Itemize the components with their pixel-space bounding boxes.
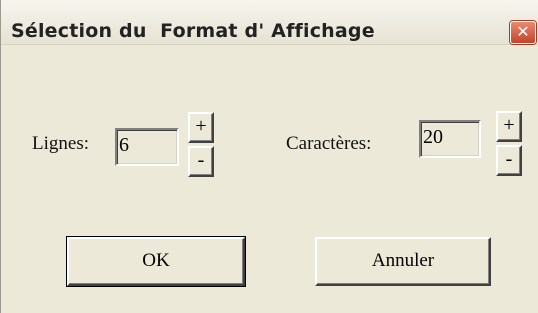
lignes-decrement-button[interactable]: -: [188, 146, 214, 177]
caracteres-increment-button[interactable]: +: [496, 111, 522, 142]
dialog-title: Sélection du Format d' Affichage: [11, 20, 375, 42]
lignes-field[interactable]: 6: [115, 128, 179, 166]
caracteres-field[interactable]: 20: [419, 120, 481, 158]
cancel-button[interactable]: Annuler: [315, 237, 491, 286]
lignes-increment-button[interactable]: +: [188, 112, 214, 143]
ok-button[interactable]: OK: [66, 236, 246, 287]
lignes-label: Lignes:: [32, 133, 89, 154]
format-dialog-window: Sélection du Format d' Affichage ✕ Ligne…: [0, 0, 538, 313]
caracteres-decrement-button[interactable]: -: [496, 145, 522, 176]
title-bar[interactable]: Sélection du Format d' Affichage ✕: [1, 0, 538, 45]
close-icon[interactable]: ✕: [510, 21, 536, 44]
caracteres-label: Caractères:: [286, 133, 372, 154]
